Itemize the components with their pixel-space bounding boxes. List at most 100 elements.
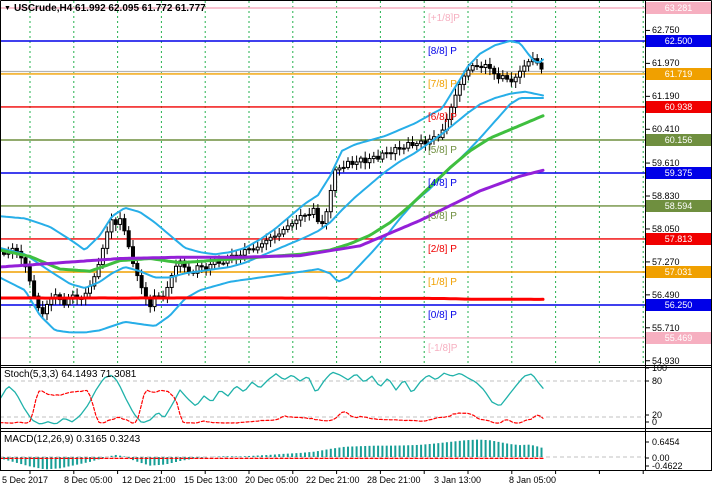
candle-body [100,247,105,266]
price-tick-label: 60.410 [652,124,680,135]
candle-body [466,69,471,77]
time-axis-label: 15 Dec 13:00 [184,475,238,485]
candle-body [358,157,363,163]
candle-body [315,207,320,223]
stoch-scale-label: 80 [652,376,663,386]
candle-body [40,307,45,315]
murrey-label: [3/8] P [428,211,457,222]
candle-body [522,65,527,72]
candle-body [453,94,458,108]
ma-red-line [0,296,545,301]
candle-body [27,266,32,282]
candle-body [487,64,492,69]
candle-body [328,190,333,213]
candle-body [311,207,316,215]
candle-body [268,236,273,241]
candle-body [242,249,247,256]
candle-body [126,230,131,248]
candle-body [393,147,398,155]
murrey-label: [0/8] P [428,310,457,321]
chart-symbol-header: ▼ USCrude,H4 61.992 62.095 61.772 61.777 [4,3,206,14]
price-tick-label: 61.970 [652,58,680,69]
candle-body [367,158,372,164]
candle-body [350,160,355,165]
candle-body [419,140,424,145]
candle-body [294,219,299,225]
candle-body [62,299,67,306]
candle-body [66,298,71,306]
candle-body [509,78,514,83]
macd-scale-label: -0.4622 [652,461,683,471]
time-axis-label: 5 Dec 2017 [2,475,49,485]
murrey-label: [1/8] P [428,277,457,288]
chart-canvas[interactable]: [+1/8]P [8/8] P [7/8] P [6/8] P [5/8] P [4/8]… [0,0,712,491]
price-level-box: 61.719 [646,67,711,80]
macd-scale-label: 0.6454 [652,437,680,447]
time-axis-label: 28 Dec 21:00 [367,475,421,485]
murrey-label: [7/8] P [428,79,457,90]
murrey-lines-layer [0,7,645,339]
murrey-label: [-1/8]P [428,343,458,354]
murrey-label: [4/8] P [428,178,457,189]
time-axis-label: 8 Jan 05:00 [509,475,557,485]
candle-body [247,248,252,251]
price-level-box: 58.594 [646,199,711,212]
stoch-indicator-label: Stoch(5,3,3) 64.1493 71.3081 [4,369,137,380]
candle-body [526,61,531,67]
candle-body [518,70,522,78]
candle-body [401,147,406,150]
candle-body [298,215,303,221]
candle-body [470,65,475,71]
price-level-box: 60.156 [646,134,711,146]
candle-body [371,155,376,160]
candle-body [148,297,153,308]
candle-body [281,228,286,235]
price-level-box: 56.250 [646,298,711,311]
candles-layer [2,51,544,321]
candle-body [113,219,118,225]
candle-body [462,75,467,85]
murrey-label: [6/8] P [428,112,457,123]
candle-body [513,76,518,83]
stoch-d-line [0,389,544,424]
stoch-scale-label: 0 [652,417,658,427]
candle-body [290,223,295,227]
candle-body [324,211,329,225]
candle-body [272,235,277,238]
candle-body [479,65,484,69]
candle-body [346,160,350,168]
candle-body [500,75,505,80]
candle-body [505,75,510,80]
candle-body [186,266,191,273]
candle-body [45,303,49,315]
candle-body [333,169,338,192]
price-level-box: 57.813 [646,232,711,245]
price-level-box: 60.938 [646,100,711,113]
candle-body [105,231,110,249]
candle-body [118,218,123,225]
candle-body [109,219,114,233]
candle-body [204,266,209,270]
candle-body [496,73,501,80]
candle-body [208,263,213,270]
time-axis-label: 20 Dec 05:00 [245,475,299,485]
murrey-labels-layer: [+1/8]P [8/8] P [7/8] P [6/8] P [5/8] P [4/8]… [428,13,460,354]
candle-body [174,265,178,277]
murrey-label: [8/8] P [428,46,457,57]
candle-body [221,262,226,265]
price-level-box: 57.031 [646,266,711,278]
murrey-label: [5/8] P [428,145,457,156]
candle-body [492,67,497,75]
macd-indicator-label: MACD(12,26,9) 0.3165 0.3243 [4,434,141,445]
murrey-label: [+1/8]P [428,13,460,24]
candle-body [363,157,368,164]
candle-body [251,248,256,251]
candle-body [341,166,346,169]
candle-body [32,280,37,297]
candle-body [376,155,381,160]
candle-body [307,213,312,216]
symbol-ohlc-text: USCrude,H4 61.992 62.095 61.772 61.777 [13,3,206,14]
candle-body [255,246,260,251]
price-tick-label: 62.750 [652,25,680,36]
candle-body [277,233,282,237]
